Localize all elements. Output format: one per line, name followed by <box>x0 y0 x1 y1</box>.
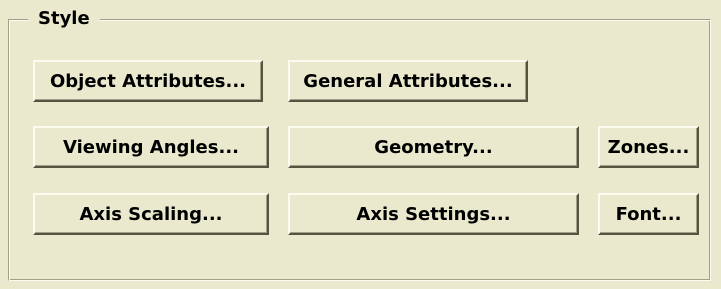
style-panel: Style Object Attributes... General Attri… <box>0 0 721 289</box>
geometry-button[interactable]: Geometry... <box>288 126 579 168</box>
viewing-angles-label: Viewing Angles... <box>63 136 239 158</box>
axis-scaling-label: Axis Scaling... <box>79 203 223 225</box>
group-title: Style <box>28 8 100 30</box>
geometry-label: Geometry... <box>374 136 493 158</box>
font-label: Font... <box>615 203 682 225</box>
object-attributes-label: Object Attributes... <box>49 70 247 92</box>
axis-settings-label: Axis Settings... <box>356 203 511 225</box>
font-button[interactable]: Font... <box>598 193 699 235</box>
axis-scaling-button[interactable]: Axis Scaling... <box>33 193 269 235</box>
zones-label: Zones... <box>607 136 690 158</box>
object-attributes-button[interactable]: Object Attributes... <box>33 60 263 102</box>
general-attributes-button[interactable]: General Attributes... <box>288 60 528 102</box>
general-attributes-label: General Attributes... <box>303 70 513 92</box>
viewing-angles-button[interactable]: Viewing Angles... <box>33 126 269 168</box>
zones-button[interactable]: Zones... <box>598 126 699 168</box>
axis-settings-button[interactable]: Axis Settings... <box>288 193 579 235</box>
